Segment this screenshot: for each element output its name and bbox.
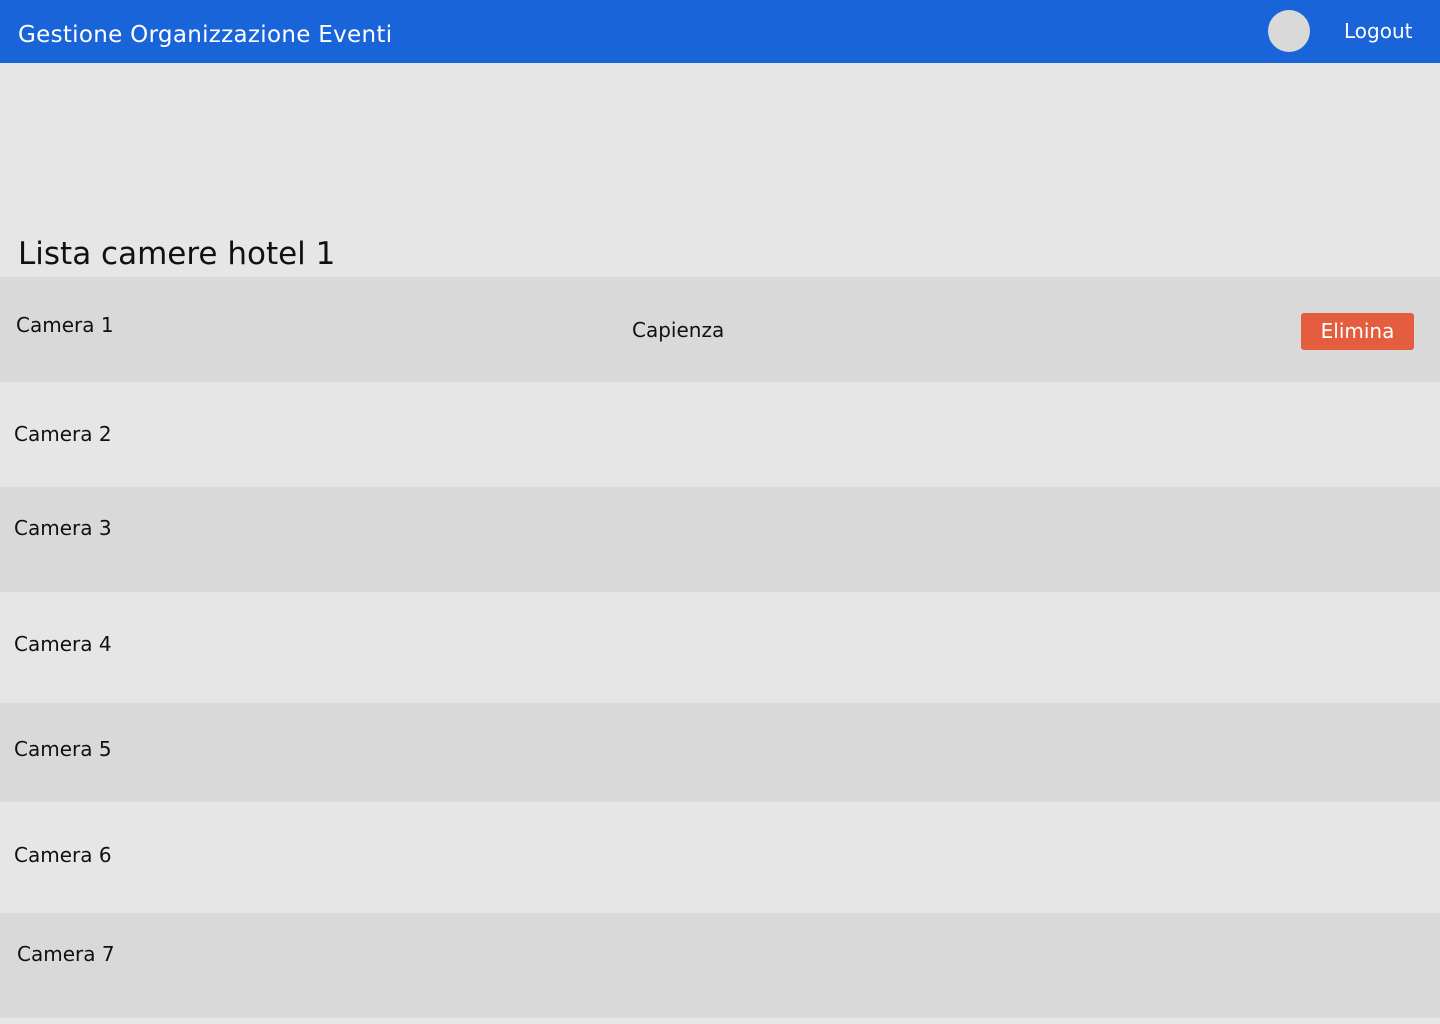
delete-room-button[interactable]: Elimina — [1301, 313, 1414, 350]
room-capacity-label: Capienza — [632, 318, 725, 342]
top-bar: Gestione Organizzazione Eventi Logout — [0, 0, 1440, 63]
room-name: Camera 4 — [14, 632, 112, 656]
room-row[interactable]: Camera 5 — [0, 703, 1440, 802]
room-name: Camera 6 — [14, 843, 112, 867]
room-row[interactable]: Camera 7 — [0, 913, 1440, 1018]
app-title: Gestione Organizzazione Eventi — [18, 22, 393, 48]
room-name: Camera 3 — [14, 516, 112, 540]
room-row[interactable]: Camera 6 — [0, 802, 1440, 913]
room-row[interactable]: Camera 3 — [0, 487, 1440, 592]
room-row[interactable]: Camera 4 — [0, 592, 1440, 703]
room-row[interactable]: Camera 1 Capienza Elimina — [0, 277, 1440, 382]
page-title: Lista camere hotel 1 — [18, 236, 336, 272]
room-name: Camera 5 — [14, 737, 112, 761]
room-name: Camera 1 — [16, 313, 114, 337]
room-name: Camera 2 — [14, 422, 112, 446]
room-name: Camera 7 — [17, 942, 115, 966]
room-row[interactable]: Camera 2 — [0, 382, 1440, 487]
logout-button[interactable]: Logout — [1344, 18, 1412, 44]
user-avatar-icon[interactable] — [1268, 10, 1310, 52]
